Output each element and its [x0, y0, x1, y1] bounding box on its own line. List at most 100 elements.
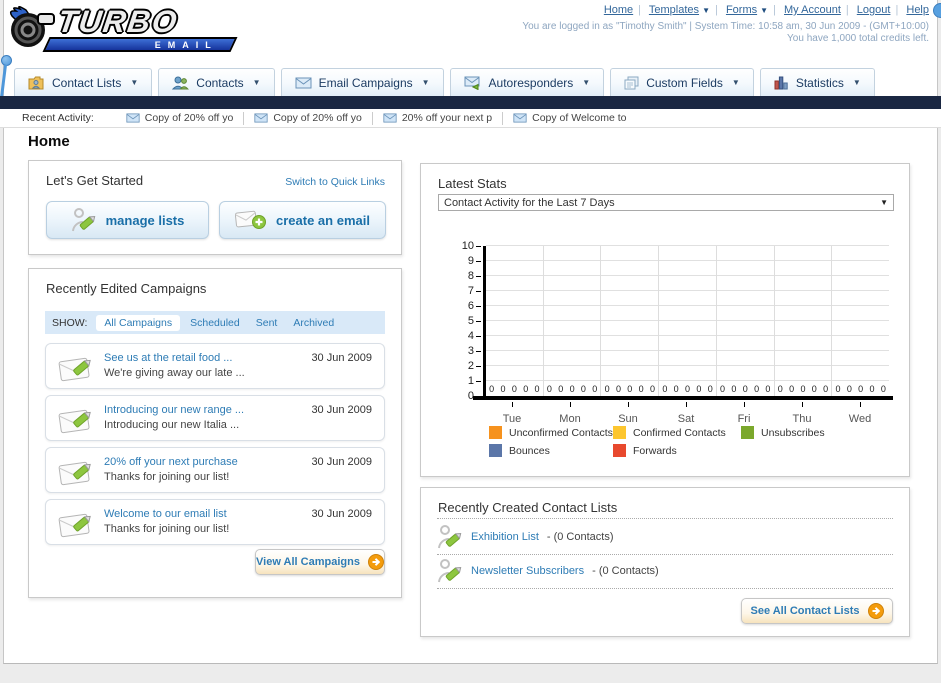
chart-group: 00000 — [542, 246, 601, 396]
activity-item[interactable]: Copy of Welcome to — [503, 112, 636, 125]
switch-quick-links[interactable]: Switch to Quick Links — [285, 176, 385, 188]
contact-lists-panel: Recently Created Contact Lists Exhibitio… — [420, 487, 910, 637]
campaign-title-link[interactable]: Introducing our new range ... — [104, 404, 244, 416]
top-nav: Home | Templates ▼ | Forms ▼ | My Account | … — [603, 4, 929, 16]
nav-help-link[interactable]: Help — [906, 4, 929, 16]
tab-contacts[interactable]: Contacts ▼ — [158, 68, 275, 96]
latest-stats-panel: Latest Stats Contact Activity for the La… — [420, 163, 910, 477]
campaigns-panel: Recently Edited Campaigns SHOW: All Camp… — [28, 268, 402, 598]
y-tick-label: 1 — [468, 375, 481, 387]
y-tick-label: 5 — [468, 315, 481, 327]
value-label: 0 — [742, 384, 748, 394]
logo-text: TURBO — [55, 4, 181, 39]
campaign-row[interactable]: Introducing our new range ... Introducin… — [45, 395, 385, 441]
person-pencil-icon — [71, 208, 95, 232]
contact-list-link[interactable]: Exhibition List — [471, 531, 539, 543]
value-label: 0 — [765, 384, 771, 394]
legend-swatch — [613, 444, 626, 457]
nav-my-account-link[interactable]: My Account — [784, 4, 841, 16]
campaign-row[interactable]: Welcome to our email list Thanks for joi… — [45, 499, 385, 545]
dotted-divider — [437, 588, 893, 589]
filter-sent[interactable]: Sent — [256, 317, 278, 329]
dark-divider-bar — [0, 96, 941, 109]
envelope-pencil-icon — [58, 461, 91, 486]
envelope-icon — [126, 113, 140, 123]
tab-label: Contacts — [196, 75, 244, 90]
value-label: 0 — [569, 384, 575, 394]
x-tick-label: Tue — [483, 402, 541, 427]
campaign-subtitle: Introducing our new Italia ... — [104, 419, 240, 431]
get-started-title: Let's Get Started — [46, 173, 144, 188]
x-tick-label: Sun — [599, 402, 657, 427]
envelope-pencil-icon — [58, 357, 91, 382]
chart-group: 00000 — [486, 246, 543, 396]
campaign-row[interactable]: See us at the retail food ... We're givi… — [45, 343, 385, 389]
x-tick-label: Mon — [541, 402, 599, 427]
tab-email-campaigns[interactable]: Email Campaigns ▼ — [280, 68, 444, 96]
pages-icon — [624, 76, 639, 89]
value-label: 0 — [754, 384, 760, 394]
chevron-down-icon: ▼ — [852, 78, 861, 87]
tab-statistics[interactable]: Statistics ▼ — [759, 68, 875, 96]
contact-list-link[interactable]: Newsletter Subscribers — [471, 565, 584, 577]
value-label: 0 — [811, 384, 817, 394]
person-pencil-icon — [438, 525, 462, 549]
activity-item[interactable]: 20% off your next p — [373, 111, 504, 125]
turbo-email-logo[interactable]: TURBO EMAIL — [6, 4, 241, 56]
chevron-down-icon: ▼ — [252, 78, 261, 87]
contact-list-row[interactable]: Newsletter Subscribers - (0 Contacts) — [437, 558, 659, 584]
legend-label: Bounces — [509, 444, 550, 457]
legend-item: Bounces — [489, 444, 613, 457]
legend-swatch — [489, 426, 502, 439]
tab-autoresponders[interactable]: Autoresponders ▼ — [449, 68, 605, 96]
value-label: 0 — [580, 384, 586, 394]
legend-label: Unsubscribes — [761, 426, 825, 439]
nav-logout-link[interactable]: Logout — [857, 4, 891, 16]
contact-list-row[interactable]: Exhibition List - (0 Contacts) — [437, 524, 614, 550]
campaign-list: See us at the retail food ... We're givi… — [29, 343, 401, 551]
see-all-contact-lists-button[interactable]: See All Contact Lists — [741, 598, 893, 624]
envelope-pencil-icon — [58, 513, 91, 538]
chevron-down-icon: ▼ — [702, 6, 711, 15]
value-label: 0 — [649, 384, 655, 394]
filter-scheduled[interactable]: Scheduled — [190, 317, 240, 329]
manage-lists-label: manage lists — [105, 212, 185, 228]
campaign-title-link[interactable]: See us at the retail food ... — [104, 352, 232, 364]
tab-label: Email Campaigns — [318, 75, 413, 90]
campaign-title-link[interactable]: Welcome to our email list — [104, 508, 227, 520]
x-tick-label: Wed — [831, 402, 889, 427]
manage-lists-button[interactable]: manage lists — [46, 201, 209, 239]
y-tick-label: 6 — [468, 300, 481, 312]
logo-email-bar: EMAIL — [42, 37, 238, 52]
nav-forms-link[interactable]: Forms — [726, 4, 757, 16]
nav-templates-link[interactable]: Templates — [649, 4, 699, 16]
credits-text: You have 1,000 total credits left. — [787, 33, 929, 44]
value-label: 0 — [638, 384, 644, 394]
campaign-title-link[interactable]: 20% off your next purchase — [104, 456, 238, 468]
help-bubble-icon[interactable] — [933, 3, 941, 18]
view-all-campaigns-button[interactable]: View All Campaigns — [255, 549, 385, 575]
chart-group: 00000 — [715, 246, 774, 396]
legend-item: Unsubscribes — [741, 426, 825, 439]
chevron-down-icon: ▼ — [130, 78, 139, 87]
activity-item[interactable]: Copy of 20% off yo — [116, 111, 245, 125]
create-email-button[interactable]: create an email — [219, 201, 386, 239]
filter-archived[interactable]: Archived — [293, 317, 334, 329]
legend-swatch — [613, 426, 626, 439]
campaign-row[interactable]: 20% off your next purchase Thanks for jo… — [45, 447, 385, 493]
y-tick-label: 9 — [468, 255, 481, 267]
nav-home-link[interactable]: Home — [604, 4, 633, 16]
legend-label: Forwards — [633, 444, 677, 457]
chart-y-axis: 0 1 2 3 4 5 6 7 8 9 10 — [451, 240, 481, 402]
chart-x-axis: Tue Mon Sun Sat Fri Thu Wed — [483, 402, 889, 427]
value-label: 0 — [720, 384, 726, 394]
envelope-icon — [295, 77, 312, 88]
value-label: 0 — [696, 384, 702, 394]
value-label: 0 — [777, 384, 783, 394]
tab-contact-lists[interactable]: Contact Lists ▼ — [14, 68, 153, 96]
stats-period-dropdown[interactable]: Contact Activity for the Last 7 Days ▼ — [438, 194, 894, 211]
campaign-date: 30 Jun 2009 — [311, 404, 372, 416]
tab-custom-fields[interactable]: Custom Fields ▼ — [610, 68, 754, 96]
activity-item[interactable]: Copy of 20% off yo — [244, 111, 373, 125]
filter-all-campaigns[interactable]: All Campaigns — [96, 314, 181, 331]
